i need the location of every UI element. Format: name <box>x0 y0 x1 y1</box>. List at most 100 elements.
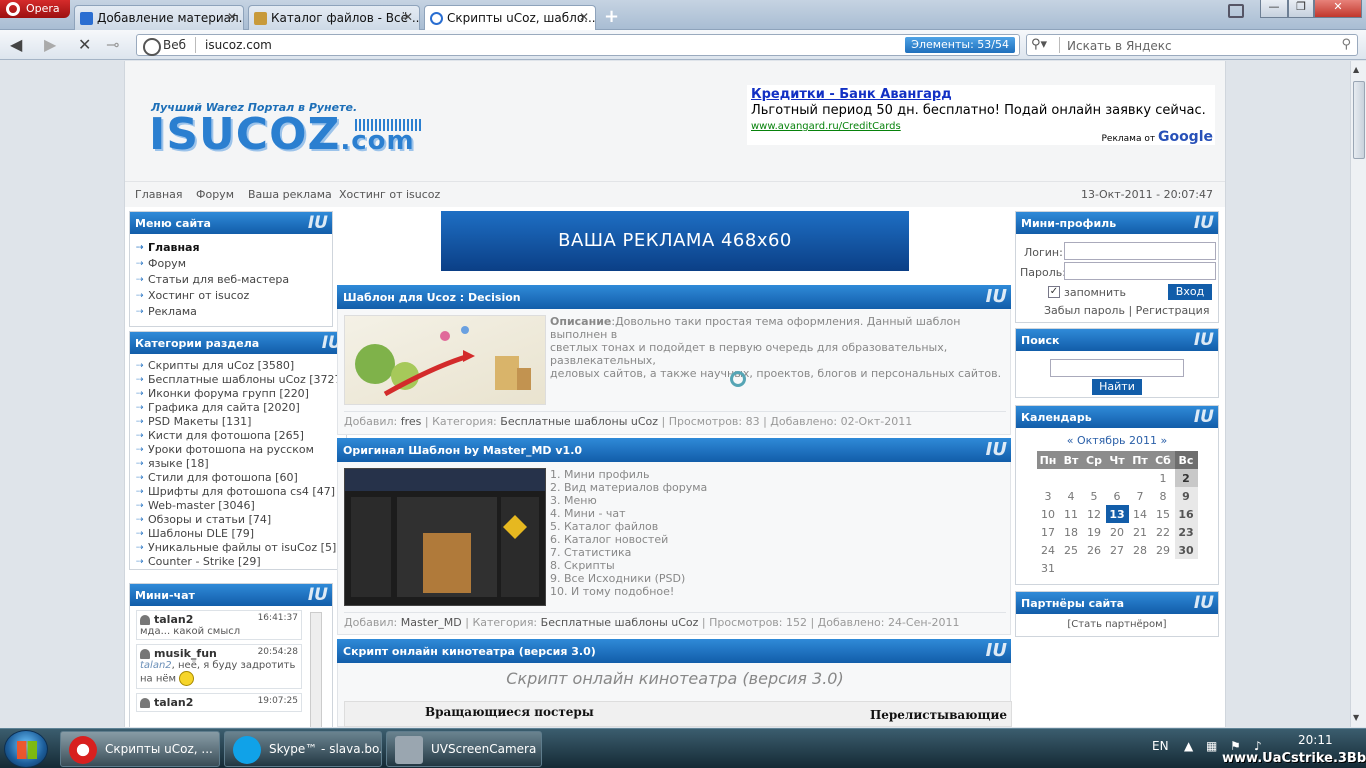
nav-forum[interactable]: Форум <box>196 188 234 201</box>
post-title[interactable]: Оригинал Шаблон by Master_MD v1.0 <box>343 444 582 457</box>
menu-item-home[interactable]: Главная <box>136 240 332 256</box>
calendar-day[interactable]: 27 <box>1106 541 1129 559</box>
page-scrollbar[interactable]: ▲ ▼ <box>1350 61 1366 727</box>
language-indicator[interactable]: EN <box>1152 739 1169 753</box>
taskbar-item-opera[interactable]: Скрипты uCoz, ... <box>60 731 220 767</box>
tab-ucoz-scripts[interactable]: Скрипты uCoz, шабло... ✕ <box>424 5 596 31</box>
calendar-day[interactable]: 1 <box>1152 469 1175 487</box>
forward-icon[interactable]: ▶ <box>44 35 56 54</box>
trash-icon[interactable] <box>1228 4 1244 18</box>
calendar-day[interactable]: 11 <box>1060 505 1083 523</box>
menu-item-forum[interactable]: Форум <box>136 256 332 272</box>
calendar-day[interactable]: 13 <box>1105 505 1129 523</box>
stop-icon[interactable]: ✕ <box>78 35 91 54</box>
category-item[interactable]: Обзоры и статьи [74] <box>136 513 346 527</box>
category-item[interactable]: Web-master [3046] <box>136 499 346 513</box>
calendar-day[interactable]: 20 <box>1106 523 1129 541</box>
start-button[interactable] <box>4 730 48 768</box>
prev-month-link[interactable]: « <box>1067 434 1074 447</box>
scroll-down-icon[interactable]: ▼ <box>1353 713 1359 722</box>
ad-title[interactable]: Кредитки - Банк Авангард <box>751 87 952 102</box>
nav-home[interactable]: Главная <box>135 188 183 201</box>
category-item[interactable]: Стили для фотошопа [60] <box>136 471 346 485</box>
nav-advertising[interactable]: Ваша реклама <box>248 188 332 201</box>
post-title[interactable]: Шаблон для Ucoz : Decision <box>343 291 521 304</box>
close-window-button[interactable]: ✕ <box>1314 0 1362 18</box>
category-item[interactable]: Шрифты для фотошопа cs4 [47] <box>136 485 346 499</box>
become-partner-link[interactable]: [Стать партнёром] <box>1016 619 1218 630</box>
menu-item-ads[interactable]: Реклама <box>136 304 332 320</box>
tab-file-catalog[interactable]: Каталог файлов - Всё ... ✕ <box>248 5 420 30</box>
calendar-day[interactable]: 8 <box>1152 487 1175 505</box>
login-input[interactable] <box>1064 242 1216 260</box>
calendar-day[interactable]: 2 <box>1174 469 1198 487</box>
category-item[interactable]: PSD Макеты [131] <box>136 415 346 429</box>
calendar-day[interactable]: 24 <box>1037 541 1060 559</box>
category-item[interactable]: Бесплатные шаблоны uCoz [3727] <box>136 373 346 387</box>
category-item[interactable]: Кисти для фотошопа [265] <box>136 429 346 443</box>
calendar-day[interactable]: 23 <box>1174 523 1198 541</box>
menu-item-articles[interactable]: Статьи для веб-мастера <box>136 272 332 288</box>
url-text[interactable]: isucoz.com <box>205 38 272 52</box>
calendar-day[interactable]: 18 <box>1060 523 1083 541</box>
register-link[interactable]: Регистрация <box>1136 304 1210 317</box>
taskbar-item-uvscreencamera[interactable]: UVScreenCamera <box>386 731 542 767</box>
calendar-day[interactable]: 14 <box>1129 505 1152 523</box>
search-go-icon[interactable]: ⚲ <box>1341 37 1351 52</box>
scroll-thumb[interactable] <box>1353 81 1365 159</box>
site-search-input[interactable] <box>1050 359 1184 377</box>
calendar-day[interactable]: 30 <box>1174 541 1198 559</box>
post-thumbnail[interactable] <box>344 468 546 606</box>
forgot-password-link[interactable]: Забыл пароль <box>1044 304 1125 317</box>
category-item-cont[interactable]: языке [18] <box>136 457 346 471</box>
calendar-day[interactable]: 6 <box>1106 487 1129 505</box>
minimize-button[interactable]: — <box>1260 0 1288 18</box>
calendar-day[interactable]: 12 <box>1083 505 1106 523</box>
calendar-day[interactable]: 17 <box>1037 523 1060 541</box>
scroll-up-icon[interactable]: ▲ <box>1353 65 1359 74</box>
calendar-day[interactable]: 21 <box>1129 523 1152 541</box>
close-tab-icon[interactable]: ✕ <box>227 10 237 24</box>
ads-by-google[interactable]: Реклама от Google <box>1101 129 1213 145</box>
remember-checkbox[interactable]: ✓ <box>1048 286 1060 298</box>
new-tab-button[interactable]: + <box>604 6 619 27</box>
maximize-button[interactable]: ❐ <box>1288 0 1314 18</box>
category-item[interactable]: Иконки форума групп [220] <box>136 387 346 401</box>
next-month-link[interactable]: » <box>1161 434 1168 447</box>
ad-link[interactable]: www.avangard.ru/CreditCards <box>751 121 901 132</box>
category-item[interactable]: Уникальные файлы от isuCoz [5] <box>136 541 346 555</box>
post-category[interactable]: Бесплатные шаблоны uCoz <box>500 415 658 428</box>
menu-item-hosting[interactable]: Хостинг от isucoz <box>136 288 332 304</box>
password-input[interactable] <box>1064 262 1216 280</box>
network-icon[interactable]: ▦ <box>1206 739 1217 753</box>
post-category[interactable]: Бесплатные шаблоны uCoz <box>541 616 699 629</box>
calendar-day[interactable]: 25 <box>1060 541 1083 559</box>
close-tab-icon[interactable]: ✕ <box>403 10 413 24</box>
back-icon[interactable]: ◀ <box>10 35 22 54</box>
calendar-day[interactable]: 15 <box>1152 505 1175 523</box>
calendar-day[interactable]: 4 <box>1060 487 1083 505</box>
category-item[interactable]: Уроки фотошопа на русском <box>136 443 346 457</box>
post-thumbnail[interactable] <box>344 315 546 405</box>
ad-banner[interactable]: ВАША РЕКЛАМА 468x60 <box>441 211 909 271</box>
taskbar-clock[interactable]: 20:11 <box>1298 733 1333 747</box>
opera-menu-button[interactable]: Opera <box>0 0 70 18</box>
calendar-day[interactable]: 26 <box>1083 541 1106 559</box>
tab-add-material[interactable]: Добавление материал... ✕ <box>74 5 244 30</box>
taskbar-item-skype[interactable]: Skype™ - slava.bo... <box>224 731 382 767</box>
search-button[interactable]: Найти <box>1092 379 1142 395</box>
calendar-day[interactable]: 19 <box>1083 523 1106 541</box>
tray-arrow-icon[interactable]: ▲ <box>1184 739 1193 753</box>
nav-hosting[interactable]: Хостинг от isucoz <box>339 188 440 201</box>
calendar-month[interactable]: Октябрь 2011 <box>1077 434 1157 447</box>
post-title[interactable]: Скрипт онлайн кинотеатра (версия 3.0) <box>343 645 596 658</box>
calendar-day[interactable]: 29 <box>1152 541 1175 559</box>
calendar-day[interactable]: 22 <box>1152 523 1175 541</box>
category-item[interactable]: Шаблоны DLE [79] <box>136 527 346 541</box>
post-author[interactable]: Master_MD <box>401 616 462 629</box>
calendar-day[interactable]: 31 <box>1037 559 1060 577</box>
wand-icon[interactable]: ⊸ <box>106 35 119 54</box>
address-field[interactable]: Веб isucoz.com Элементы: 53/54 <box>136 34 1020 56</box>
calendar-day[interactable]: 3 <box>1037 487 1060 505</box>
category-item[interactable]: Скрипты для uCoz [3580] <box>136 359 346 373</box>
